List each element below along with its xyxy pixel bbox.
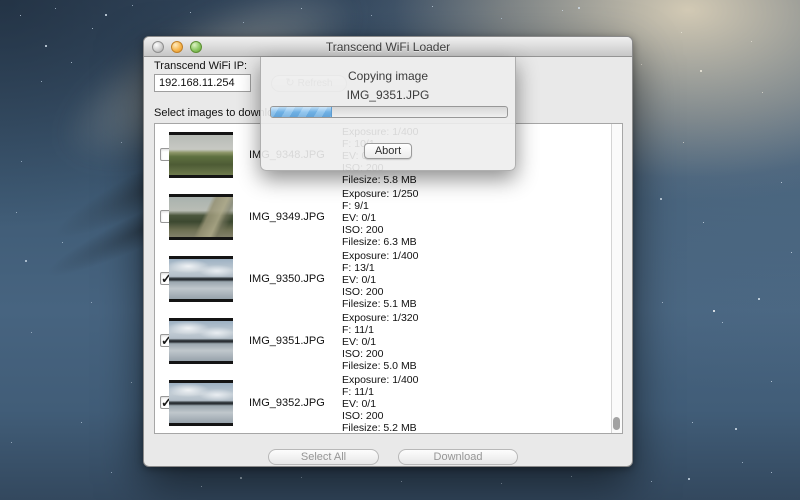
photo-thumbnail <box>169 380 233 426</box>
image-metadata: Exposure: 1/400F: 13/1 EV: 0/1ISO: 200 F… <box>342 250 418 310</box>
photo-thumbnail <box>169 256 233 302</box>
minimize-button[interactable] <box>171 41 183 53</box>
image-filename: IMG_9349.JPG <box>249 211 325 223</box>
photo-thumbnail <box>169 318 233 364</box>
close-button[interactable] <box>152 41 164 53</box>
image-metadata: Exposure: 1/320F: 11/1 EV: 0/1ISO: 200 F… <box>342 312 418 372</box>
scrollbar-track[interactable] <box>611 124 622 433</box>
photo-thumbnail <box>169 132 233 178</box>
select-all-button[interactable]: Select All <box>268 449 379 465</box>
stars <box>0 0 2 2</box>
image-metadata: Exposure: 1/250F: 9/1 EV: 0/1ISO: 200 Fi… <box>342 188 418 248</box>
list-item[interactable]: ✓ IMG_9350.JPG Exposure: 1/400F: 13/1 EV… <box>155 248 622 310</box>
photo-thumbnail <box>169 194 233 240</box>
scrollbar-thumb[interactable] <box>613 417 620 430</box>
list-item[interactable]: ✓ IMG_9351.JPG Exposure: 1/320F: 11/1 EV… <box>155 310 622 372</box>
ip-input[interactable] <box>154 74 251 92</box>
list-item[interactable]: IMG_9349.JPG Exposure: 1/250F: 9/1 EV: 0… <box>155 186 622 248</box>
list-item[interactable]: ✓ IMG_9352.JPG Exposure: 1/400F: 11/1 EV… <box>155 372 622 434</box>
image-metadata: Exposure: 1/400F: 11/1 EV: 0/1ISO: 200 F… <box>342 374 418 434</box>
copy-progress-dialog: Copying image IMG_9351.JPG Abort <box>260 57 516 171</box>
image-filename: IMG_9352.JPG <box>249 397 325 409</box>
zoom-button[interactable] <box>190 41 202 53</box>
dialog-filename: IMG_9351.JPG <box>261 88 515 102</box>
ip-label: Transcend WiFi IP: <box>154 60 247 72</box>
abort-button[interactable]: Abort <box>364 143 412 159</box>
window-titlebar[interactable]: Transcend WiFi Loader <box>144 37 632 57</box>
progress-fill <box>271 107 332 117</box>
window-title: Transcend WiFi Loader <box>144 37 632 57</box>
dialog-title: Copying image <box>261 69 515 83</box>
image-filename: IMG_9351.JPG <box>249 335 325 347</box>
download-button[interactable]: Download <box>398 449 518 465</box>
progress-bar <box>270 106 508 118</box>
app-window: Transcend WiFi Loader Transcend WiFi IP:… <box>143 36 633 467</box>
image-filename: IMG_9350.JPG <box>249 273 325 285</box>
